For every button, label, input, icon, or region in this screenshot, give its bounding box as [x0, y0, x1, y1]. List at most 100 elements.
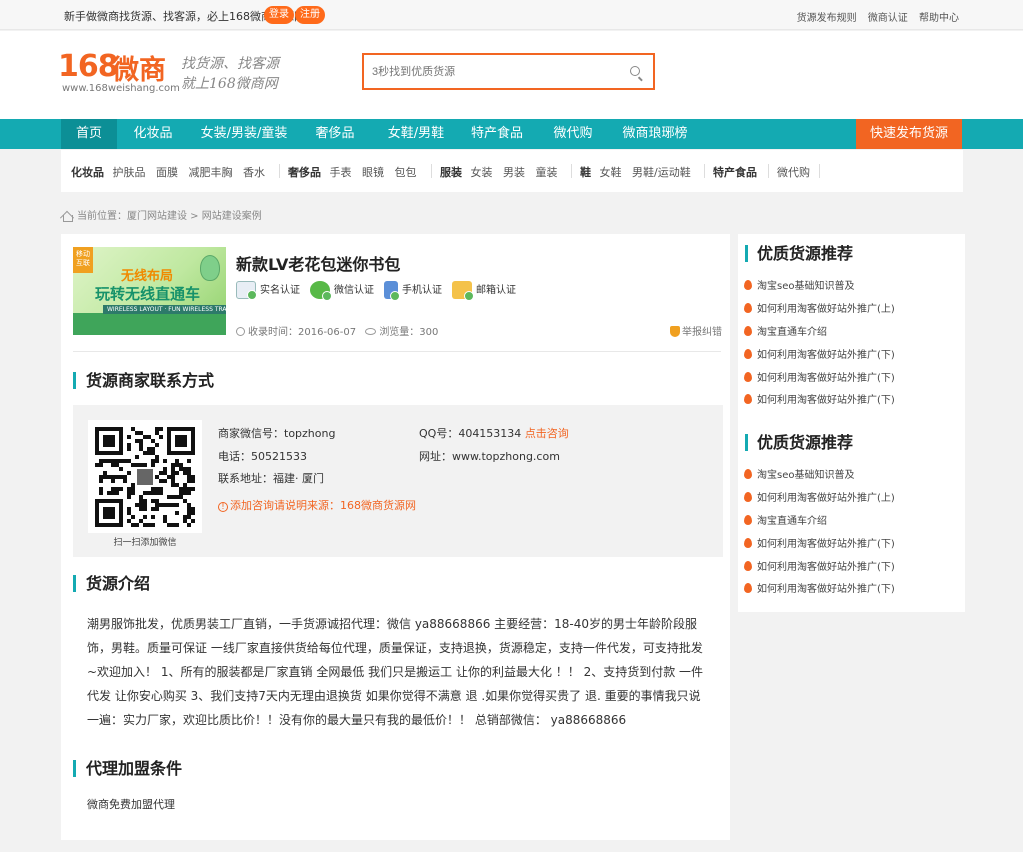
product-banner-image: 移动互联 无线布局 玩转无线直通车 WIRELESS LAYOUT · FUN … [73, 247, 226, 335]
website-url[interactable]: 网址：www.topzhong.com [419, 448, 560, 464]
clock-icon [236, 327, 245, 336]
sidebar-item-label[interactable]: 如何利用淘客做好站外推广(下) [757, 539, 895, 550]
search-input[interactable] [372, 64, 612, 80]
divider [431, 164, 432, 178]
subnav-head[interactable]: 奢侈品 [288, 166, 321, 179]
sidebar-item[interactable]: 如何利用淘客做好站外推广(下) [744, 369, 895, 384]
subnav-item[interactable]: 减肥丰胸 [189, 166, 233, 179]
subnav-group-clothing: 服装 女装 男装 童装 [440, 164, 558, 180]
subnav-item[interactable]: 女鞋 [600, 166, 622, 179]
sidebar-item-label[interactable]: 如何利用淘客做好站外推广(下) [757, 373, 895, 384]
nav-item-shoes[interactable]: 女鞋/男鞋 [380, 119, 452, 149]
qq-consult-link[interactable]: 点击咨询 [525, 427, 569, 440]
sidebar-item-label[interactable]: 淘宝直通车介绍 [757, 327, 827, 338]
sidebar-item[interactable]: 如何利用淘客做好站外推广(下) [744, 535, 895, 550]
subnav-item[interactable]: 女装 [471, 166, 493, 179]
sidebar-item-label[interactable]: 如何利用淘客做好站外推广(上) [757, 304, 895, 315]
sidebar-item[interactable]: 如何利用淘客做好站外推广(上) [744, 489, 895, 504]
subnav-group-shoes: 鞋 女鞋 男鞋/运动鞋 [580, 164, 691, 180]
sidebar-item[interactable]: 如何利用淘客做好站外推广(下) [744, 558, 895, 573]
fire-icon [744, 583, 752, 593]
nav-item-luxury[interactable]: 奢侈品 [307, 119, 363, 149]
phone-number: 电话：50521533 [218, 450, 307, 463]
main-content: 移动互联 无线布局 玩转无线直通车 WIRELESS LAYOUT · FUN … [61, 234, 730, 840]
slogan-line-2: 就上168微商网 [181, 76, 278, 92]
sidebar-item-label[interactable]: 淘宝直通车介绍 [757, 516, 827, 527]
subnav-head[interactable]: 鞋 [580, 166, 591, 179]
banner-line-3: WIRELESS LAYOUT · FUN WIRELESS TRAIN [103, 305, 226, 314]
subnav-item[interactable]: 男鞋/运动鞋 [632, 166, 691, 179]
subnav-item[interactable]: 童装 [536, 166, 558, 179]
subnav-head[interactable]: 服装 [440, 166, 462, 179]
qr-code-icon [95, 427, 195, 527]
notice-text: 添加咨询请说明来源：168微商货源网 [230, 499, 416, 512]
subnav-item[interactable]: 香水 [243, 166, 265, 179]
id-card-icon [236, 281, 257, 300]
sidebar-item[interactable]: 如何利用淘客做好站外推广(下) [744, 580, 895, 595]
subnav-item[interactable]: 护肤品 [113, 166, 146, 179]
fire-icon [744, 538, 752, 548]
banner-line-1: 无线布局 [121, 269, 174, 284]
divider [768, 164, 769, 178]
qq-number: QQ号：404153134 点击咨询 [419, 425, 569, 441]
register-button[interactable]: 注册 [295, 6, 325, 24]
nav-item-clothing[interactable]: 女装/男装/童装 [196, 119, 292, 149]
top-bar: 新手做微商找货源、找客源，必上168微商货源网 登录 注册 货源发布规则 微商认… [0, 0, 1023, 30]
report-link[interactable]: 举报纠错 [670, 323, 722, 338]
main-nav: 首页 化妆品 女装/男装/童装 奢侈品 女鞋/男鞋 特产食品 微代购 微商琅琊榜… [0, 119, 1023, 149]
subnav-item[interactable]: 包包 [395, 166, 417, 179]
sidebar-item[interactable]: 如何利用淘客做好站外推广(下) [744, 346, 895, 361]
divider [73, 351, 721, 352]
sidebar-title: 优质货源推荐 [745, 434, 853, 451]
logo-text[interactable]: 微商 [112, 48, 166, 87]
collect-time: 收录时间：2016-06-07 [248, 327, 357, 338]
sidebar-item-label[interactable]: 淘宝seo基础知识普及 [757, 281, 854, 292]
subnav-head[interactable]: 微代购 [777, 166, 810, 179]
subnav-item[interactable]: 男装 [503, 166, 525, 179]
cert-email: 邮箱认证 [452, 281, 516, 303]
report-label[interactable]: 举报纠错 [682, 327, 722, 338]
subnav-group-daigou: 微代购 [777, 164, 810, 180]
cert-label: 手机认证 [402, 285, 442, 296]
sidebar-item-label[interactable]: 如何利用淘客做好站外推广(下) [757, 562, 895, 573]
eye-icon [365, 328, 377, 335]
nav-item-food[interactable]: 特产食品 [466, 119, 528, 149]
top-link-certification[interactable]: 微商认证 [868, 13, 908, 24]
logo-url: www.168weishang.com [62, 83, 180, 94]
phone-icon [384, 281, 400, 301]
breadcrumb-path[interactable]: 厦门网站建设 > 网站建设案例 [127, 211, 262, 222]
sidebar-item[interactable]: 淘宝seo基础知识普及 [744, 466, 854, 481]
subnav-head[interactable]: 特产食品 [713, 166, 757, 179]
login-button[interactable]: 登录 [264, 6, 294, 24]
subnav-item[interactable]: 眼镜 [362, 166, 384, 179]
publish-button[interactable]: 快速发布货源 [856, 119, 962, 149]
sidebar-item-label[interactable]: 如何利用淘客做好站外推广(下) [757, 395, 895, 406]
sidebar-item-label[interactable]: 如何利用淘客做好站外推广(上) [757, 493, 895, 504]
search-icon[interactable] [630, 66, 640, 76]
nav-item-ranking[interactable]: 微商琅琊榜 [617, 119, 693, 149]
sidebar-item-label[interactable]: 如何利用淘客做好站外推广(下) [757, 350, 895, 361]
top-link-rules[interactable]: 货源发布规则 [797, 13, 857, 24]
subnav-item[interactable]: 手表 [330, 166, 352, 179]
nav-item-home[interactable]: 首页 [61, 119, 117, 149]
sidebar-item[interactable]: 淘宝seo基础知识普及 [744, 277, 854, 292]
nav-item-daigou[interactable]: 微代购 [545, 119, 601, 149]
fire-icon [744, 372, 752, 382]
sidebar-item[interactable]: 淘宝直通车介绍 [744, 512, 827, 527]
breadcrumb-prefix: 当前位置： [77, 211, 127, 222]
logo-number[interactable]: 168 [58, 49, 119, 84]
subnav-item[interactable]: 面膜 [156, 166, 178, 179]
sidebar-item-label[interactable]: 淘宝seo基础知识普及 [757, 470, 854, 481]
mail-icon [452, 281, 474, 301]
sidebar-item-label[interactable]: 如何利用淘客做好站外推广(下) [757, 584, 895, 595]
sidebar-item[interactable]: 如何利用淘客做好站外推广(下) [744, 391, 895, 406]
sidebar-item[interactable]: 淘宝直通车介绍 [744, 323, 827, 338]
sidebar-item[interactable]: 如何利用淘客做好站外推广(上) [744, 300, 895, 315]
top-link-help[interactable]: 帮助中心 [919, 13, 959, 24]
home-icon[interactable] [61, 210, 73, 222]
nav-item-cosmetics[interactable]: 化妆品 [124, 119, 182, 149]
cert-label: 邮箱认证 [476, 285, 516, 296]
cert-label: 实名认证 [260, 285, 300, 296]
subnav-head[interactable]: 化妆品 [71, 166, 104, 179]
product-meta: 收录时间：2016-06-07 浏览量：300 [236, 323, 438, 338]
